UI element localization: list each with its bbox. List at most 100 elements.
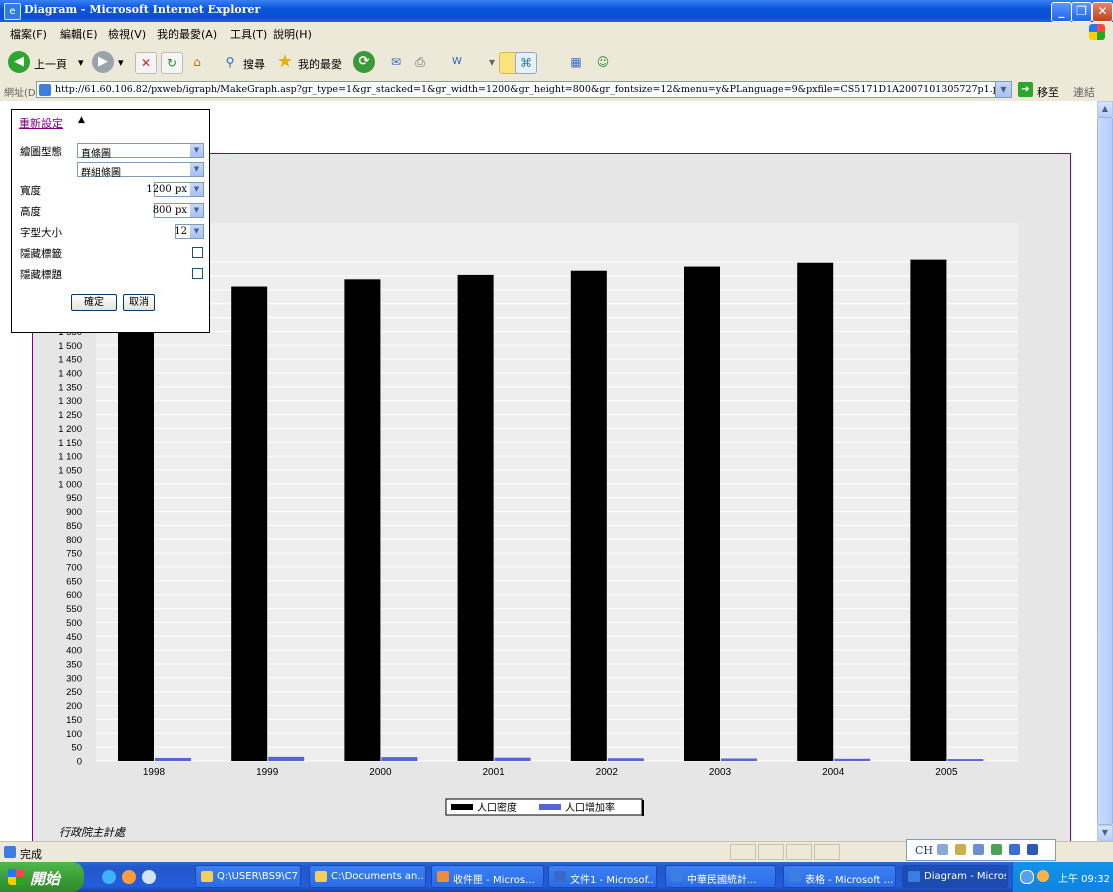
start-button[interactable]: 開始 <box>0 862 84 892</box>
messenger-icon[interactable]: ⌘ <box>515 52 537 74</box>
ok-button[interactable]: 確定 <box>71 294 117 311</box>
hide-labels-checkbox[interactable] <box>192 247 203 258</box>
menu-edit[interactable]: 編輯(E) <box>60 26 98 42</box>
contacts-icon[interactable]: ☺ <box>593 52 613 72</box>
help-icon[interactable] <box>1027 844 1038 855</box>
forward-dropdown-icon[interactable]: ▾ <box>118 56 124 69</box>
height-label: 高度 <box>20 206 41 218</box>
menu-file[interactable]: 檔案(F) <box>10 26 47 42</box>
width-select[interactable]: 1200 px ▼ <box>146 182 204 197</box>
favorites-button[interactable]: 我的最愛 <box>298 56 342 72</box>
taskbar-item-word[interactable]: 文件1 - Microsof... <box>548 865 657 888</box>
address-dropdown-icon[interactable]: ▼ <box>995 82 1011 97</box>
hide-title-checkbox[interactable] <box>192 268 203 279</box>
options-icon[interactable] <box>1009 844 1020 855</box>
go-arrow-icon[interactable]: ➔ <box>1018 82 1033 97</box>
x-tick-label: 2001 <box>482 767 505 778</box>
y-tick-label: 150 <box>66 715 82 726</box>
y-tick-label: 600 <box>66 590 82 601</box>
bar-population-growth <box>381 757 418 761</box>
ie-icon: e <box>4 3 21 20</box>
back-dropdown-icon[interactable]: ▾ <box>78 56 84 69</box>
x-tick-label: 2004 <box>822 767 845 778</box>
close-button[interactable]: ✕ <box>1092 2 1113 22</box>
forward-arrow-icon[interactable]: ▶ <box>92 51 114 73</box>
chart-type-select[interactable]: 直條圖 ▼ <box>77 143 204 160</box>
history-icon[interactable]: ⟳ <box>353 51 375 73</box>
mail-icon[interactable]: ✉ <box>386 52 406 72</box>
scroll-up-icon[interactable]: ▲ <box>1097 101 1113 117</box>
taskbar-item-statistics[interactable]: 中華民國統計... <box>665 865 776 888</box>
go-button[interactable]: 移至 <box>1037 84 1059 100</box>
bar-population-density <box>684 266 720 761</box>
x-tick-label: 1999 <box>256 767 279 778</box>
research-icon[interactable]: ▦ <box>566 52 586 72</box>
y-tick-label: 950 <box>66 493 82 504</box>
scroll-down-icon[interactable]: ▼ <box>1097 825 1113 841</box>
refresh-icon[interactable]: ↻ <box>161 52 183 74</box>
address-input[interactable]: http://61.60.106.82/pxweb/igraph/MakeGra… <box>36 81 1012 98</box>
y-tick-label: 1 500 <box>58 341 82 352</box>
media-quicklaunch-icon[interactable] <box>142 870 156 884</box>
y-tick-label: 100 <box>66 729 82 740</box>
taskbar-item-documents[interactable]: C:\Documents an... <box>309 865 426 888</box>
height-select[interactable]: 800 px ▼ <box>153 203 204 218</box>
favorites-star-icon[interactable]: ★ <box>275 52 295 72</box>
search-icon[interactable]: ⚲ <box>220 52 240 72</box>
back-button[interactable]: 上一頁 <box>34 56 67 72</box>
y-tick-label: 750 <box>66 549 82 560</box>
status-pane <box>730 844 756 860</box>
x-tick-label: 2000 <box>369 767 392 778</box>
print-icon[interactable]: ⎙ <box>410 52 430 72</box>
bar-population-growth <box>155 757 191 761</box>
taskbar-item-folder[interactable]: Q:\USER\BS9\C7... <box>195 865 301 888</box>
address-url[interactable]: http://61.60.106.82/pxweb/igraph/MakeGra… <box>55 84 995 95</box>
bar-population-growth <box>268 756 305 761</box>
taskbar-item-diagram[interactable]: Diagram - Micros... <box>902 865 1008 888</box>
status-text: 完成 <box>20 848 42 861</box>
links-button[interactable]: 連結 <box>1073 84 1095 100</box>
bar-population-growth <box>607 758 644 761</box>
y-tick-label: 1 250 <box>58 410 82 421</box>
handwriting-icon[interactable] <box>973 844 984 855</box>
outlook-quicklaunch-icon[interactable] <box>122 870 136 884</box>
home-icon[interactable]: ⌂ <box>187 52 207 72</box>
fontsize-select[interactable]: 12 ▼ <box>174 224 204 239</box>
menu-view[interactable]: 檢視(V) <box>108 26 146 42</box>
cancel-button[interactable]: 取消 <box>123 294 155 311</box>
system-tray: 上午 09:32 <box>1012 862 1113 892</box>
word-edit-icon[interactable]: W <box>447 52 467 72</box>
y-tick-label: 50 <box>71 743 82 754</box>
y-tick-label: 1 000 <box>58 479 82 490</box>
collapse-caret-icon[interactable]: ▲ <box>78 115 85 125</box>
keyboard-icon[interactable] <box>937 844 948 855</box>
menu-favorites[interactable]: 我的最愛(A) <box>157 26 217 42</box>
y-tick-label: 0 <box>77 757 82 768</box>
scroll-thumb[interactable] <box>1097 117 1113 825</box>
maximize-button[interactable]: ❐ <box>1071 2 1092 22</box>
clock[interactable]: 上午 09:32 <box>1058 870 1110 885</box>
search-button[interactable]: 搜尋 <box>243 56 265 72</box>
menu-tools[interactable]: 工具(T) <box>230 26 267 42</box>
tray-app-icon[interactable] <box>1037 870 1049 882</box>
x-tick-label: 2005 <box>935 767 958 778</box>
ie-icon <box>908 871 920 882</box>
language-indicator[interactable]: CH <box>915 844 933 857</box>
speech-icon[interactable] <box>991 844 1002 855</box>
taskbar-item-table[interactable]: 表格 - Microsoft ... <box>783 865 896 888</box>
ie-quicklaunch-icon[interactable] <box>102 870 116 884</box>
chart-subtype-select[interactable]: 群組條圖 ▼ <box>77 162 204 179</box>
taskbar-item-inbox[interactable]: 收件匣 - Micros... <box>431 865 544 888</box>
tray-expand-icon[interactable] <box>1020 870 1034 884</box>
vertical-scrollbar[interactable]: ▲ ▼ <box>1097 101 1113 841</box>
back-arrow-icon[interactable]: ◀ <box>8 51 30 73</box>
title-bar: e Diagram - Microsoft Internet Explorer … <box>0 0 1113 22</box>
menu-help[interactable]: 說明(H) <box>273 26 312 42</box>
settings-panel: 重新設定 ▲ 繪圖型態 直條圖 ▼ 群組條圖 ▼ 寬度 1200 px ▼ 高度… <box>11 109 210 333</box>
stop-icon[interactable]: ✕ <box>135 52 157 74</box>
pen-icon[interactable] <box>955 844 966 855</box>
language-bar[interactable]: CH <box>906 839 1056 861</box>
minimize-button[interactable]: _ <box>1051 2 1072 22</box>
windows-logo-icon <box>1089 24 1105 40</box>
settings-title-link[interactable]: 重新設定 <box>19 115 63 131</box>
